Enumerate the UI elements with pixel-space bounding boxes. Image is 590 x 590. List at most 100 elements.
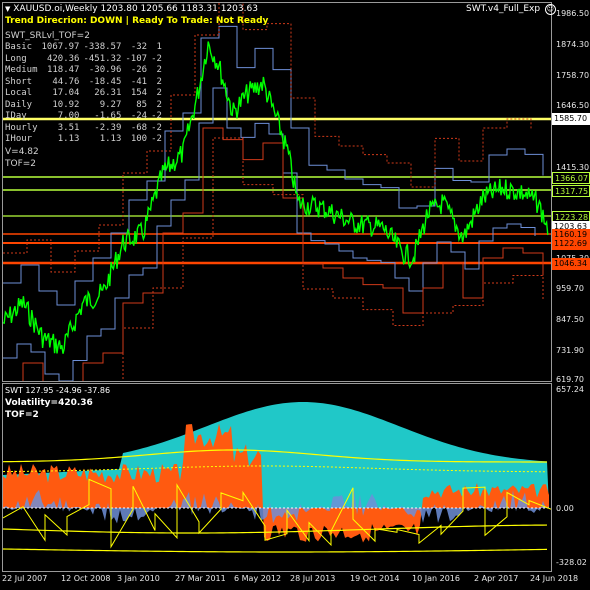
info-row: Basic 1067.97 -338.57 -32 1 (5, 42, 166, 54)
symbol-header: ▼ XAUUSD.oi,Weekly 1203.80 1205.66 1183.… (5, 4, 258, 14)
price-axis-label: 619.70 (556, 375, 584, 384)
info-cell-v4: -2 (151, 111, 162, 121)
info-cell-v4: 2 (156, 88, 162, 98)
price-axis-label: 1415.30 (556, 163, 590, 172)
support-band-dotted (122, 137, 544, 381)
info-row: IHour 1.13 1.13 100 -2 (5, 134, 166, 146)
indicator-plot (3, 402, 551, 553)
info-cell-v1: 118.47 (46, 65, 80, 75)
info-cell-label: Local (5, 88, 33, 98)
indicator-header: SWT 127.95 -24.96 -37.86 (5, 386, 111, 395)
info-panel: SWT_SRLvl_TOF=2 Basic 1067.97 -338.57 -32 1 L… (5, 30, 166, 170)
info-cell-v4: 2 (156, 99, 162, 110)
time-axis-label: 10 Jan 2016 (412, 574, 460, 583)
price-level-tag: 1122.69 (552, 238, 590, 250)
info-row: Short 44.76 -18.45 -41 2 (5, 77, 166, 89)
trend-status: Trend Direcrion: DOWN | Ready To Trade: … (5, 16, 269, 26)
info-row: Medium 118.47 -30.96 -26 2 (5, 65, 166, 77)
time-axis-label: 2 Apr 2017 (474, 574, 519, 583)
time-axis-label: 27 Mar 2011 (175, 574, 226, 583)
info-cell-v3: -68 (130, 122, 148, 133)
time-axis-label: 6 May 2012 (234, 574, 282, 583)
symbol-line: XAUUSD.oi,Weekly 1203.80 1205.66 1183.31… (13, 4, 258, 14)
info-cell-v4: 2 (156, 65, 162, 75)
info-cell-v2: -30.96 (88, 65, 122, 75)
time-axis-label: 3 Jan 2010 (117, 574, 160, 583)
info-cell-label: Long (5, 53, 27, 64)
time-axis-label: 24 Jun 2018 (530, 574, 579, 583)
info-cell-v1: 7.00 (57, 111, 80, 121)
tof-line: TOF=2 (5, 158, 37, 169)
info-table: Basic 1067.97 -338.57 -32 1 Long 420.36 -451.32… (5, 42, 166, 146)
info-row: Hourly 3.51 -2.39 -68 -2 (5, 123, 166, 135)
v-line: V=4.82 (5, 146, 39, 157)
price-axis-label: 959.70 (556, 284, 584, 293)
price-axis-label: 847.50 (556, 315, 584, 324)
time-axis-label: 19 Oct 2014 (350, 574, 400, 583)
info-cell-v2: -338.57 (83, 42, 122, 52)
info-cell-v1: 420.36 (46, 53, 80, 64)
envelope-lower (3, 524, 548, 534)
price-axis-label: 1758.70 (556, 71, 590, 80)
info-cell-v3: -26 (130, 65, 148, 75)
info-cell-v2: 26.31 (94, 88, 122, 98)
info-cell-v4: 2 (156, 76, 162, 87)
price-axis-label: 1874.30 (556, 40, 590, 49)
info-cell-v3: -24 (130, 111, 148, 121)
info-cell-v3: -32 (130, 42, 148, 52)
info-cell-v3: 100 (130, 134, 148, 144)
smiley-face-icon[interactable]: ☺ (544, 4, 556, 15)
info-cell-v1: 3.51 (57, 122, 80, 133)
info-row: IDay 7.00 -1.65 -24 -2 (5, 111, 166, 123)
info-cell-v4: -2 (151, 134, 162, 144)
time-axis-label: 22 Jul 2007 (2, 574, 48, 583)
price-level-tag: 1585.70 (552, 113, 590, 125)
info-cell-v3: 85 (136, 99, 148, 110)
info-cell-v4: -2 (151, 122, 162, 133)
price-axis-label: 731.90 (556, 346, 584, 355)
info-cell-v2: -451.32 (83, 53, 122, 64)
info-cell-v1: 1067.97 (41, 42, 80, 52)
info-cell-label: Medium (5, 65, 38, 75)
info-cell-v1: 44.76 (52, 76, 80, 87)
time-axis-label: 12 Oct 2008 (61, 574, 111, 583)
info-row: Daily 10.92 9.27 85 2 (5, 100, 166, 112)
info-cell-label: IDay (5, 111, 27, 121)
ea-label: SWT.v4_Full_Exp ☺ (466, 4, 556, 15)
price-level-tag: 1366.07 (552, 172, 590, 184)
indicator-window[interactable] (2, 383, 552, 572)
info-cell-label: Hourly (5, 122, 38, 133)
info-cell-v2: -18.45 (88, 76, 122, 87)
indicator-axis-label: 0.00 (556, 504, 574, 513)
info-row: Local 17.04 26.31 154 2 (5, 88, 166, 100)
ea-name: SWT.v4_Full_Exp (466, 4, 541, 14)
info-cell-v2: 1.13 (99, 134, 122, 144)
info-cell-label: IHour (5, 134, 33, 144)
envelope-bottom (3, 548, 548, 553)
triangle-down-icon[interactable]: ▼ (5, 5, 10, 13)
price-axis-label: 1986.50 (556, 9, 590, 18)
volatility-label: Volatility=420.36 (5, 398, 93, 408)
info-cell-v3: 154 (130, 88, 148, 98)
info-cell-label: Basic (5, 42, 33, 52)
info-title: SWT_SRLvl_TOF=2 (5, 31, 90, 41)
indicator-tof: TOF=2 (5, 410, 39, 420)
info-cell-v1: 17.04 (52, 88, 80, 98)
info-cell-v1: 10.92 (52, 99, 80, 110)
info-cell-v1: 1.13 (57, 134, 80, 144)
price-axis-label: 1646.50 (556, 101, 590, 110)
info-cell-v4: -2 (151, 53, 162, 64)
price-level-tag: 1317.75 (552, 185, 590, 197)
info-cell-label: Short (5, 76, 33, 87)
price-level-tag: 1046.34 (552, 258, 590, 270)
info-cell-v2: -2.39 (94, 122, 122, 133)
time-axis-label: 28 Jul 2013 (290, 574, 336, 583)
indicator-axis-label: -328.02 (556, 558, 587, 567)
info-cell-v4: 1 (156, 42, 162, 52)
info-cell-v3: -41 (130, 76, 148, 87)
info-cell-v2: -1.65 (94, 111, 122, 121)
info-cell-v2: 9.27 (99, 99, 122, 110)
info-cell-v3: -107 (125, 53, 148, 64)
info-row: Long 420.36 -451.32 -107 -2 (5, 54, 166, 66)
info-cell-label: Daily (5, 99, 33, 110)
